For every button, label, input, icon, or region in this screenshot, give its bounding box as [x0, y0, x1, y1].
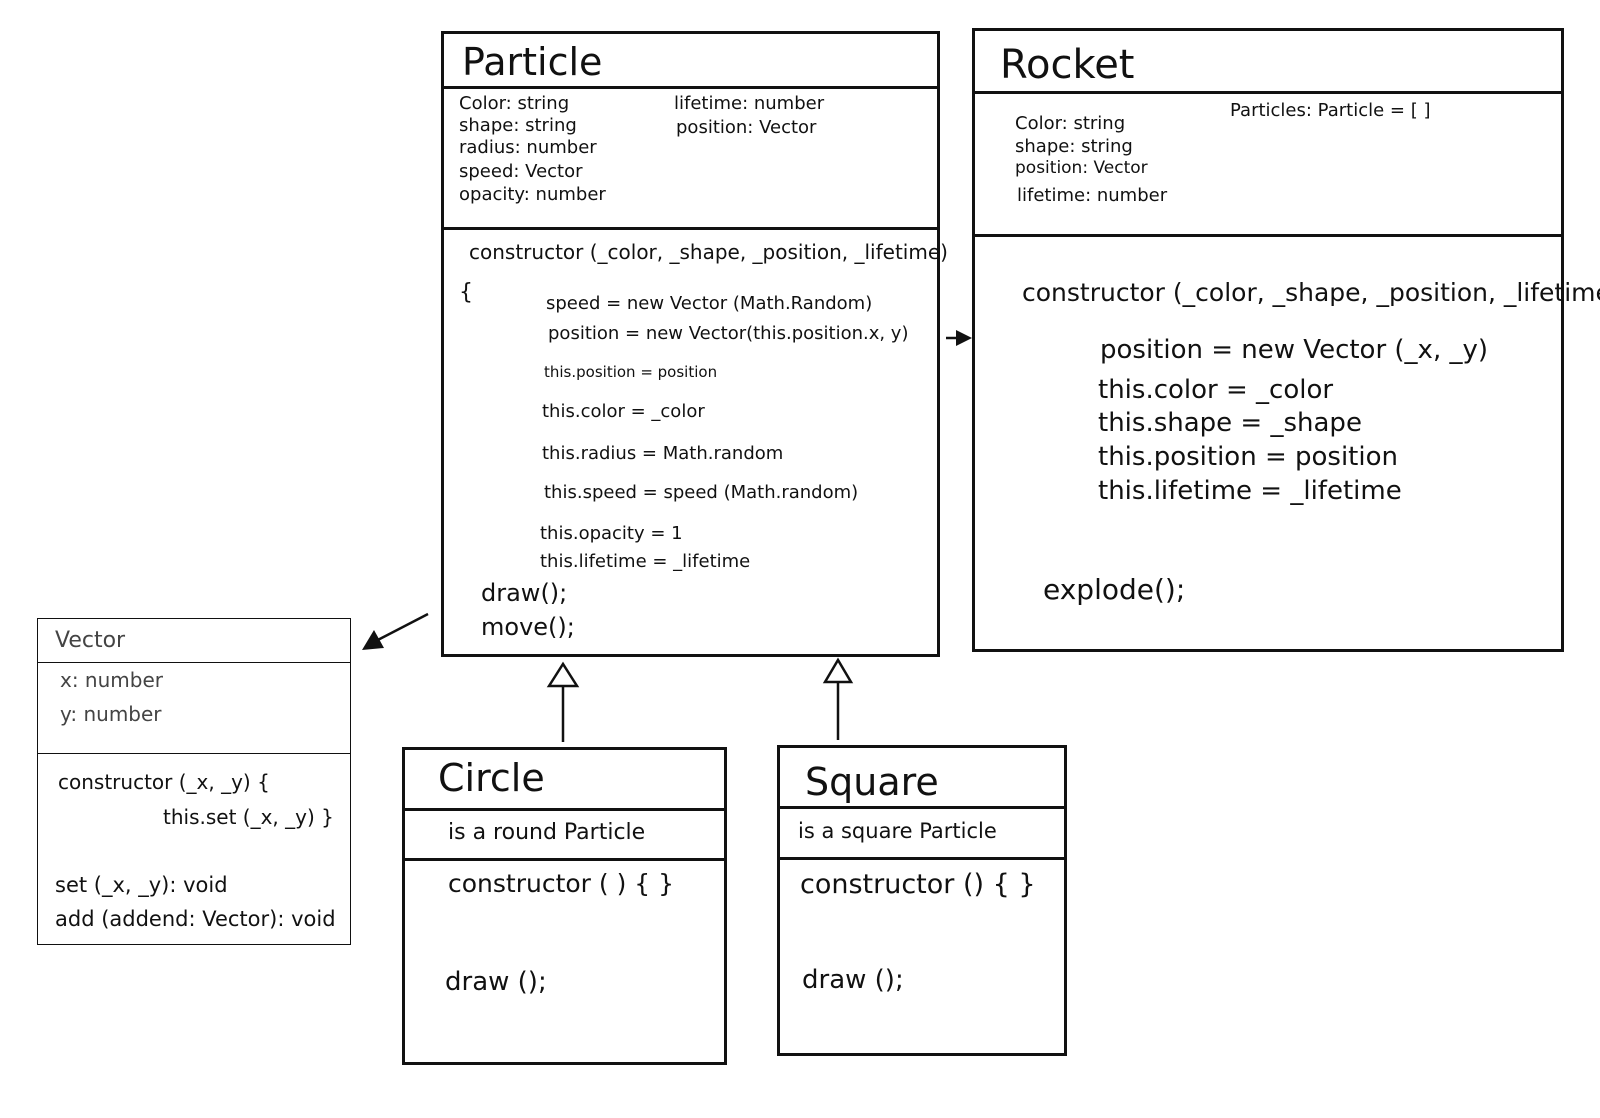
association-line-particle-vector	[371, 612, 429, 645]
inheritance-triangle-circle	[546, 661, 580, 688]
association-arrowhead-vector	[362, 630, 384, 650]
inheritance-triangle-square	[822, 657, 854, 684]
relationship-arrows	[362, 330, 972, 742]
association-arrowhead-rocket	[956, 330, 972, 346]
